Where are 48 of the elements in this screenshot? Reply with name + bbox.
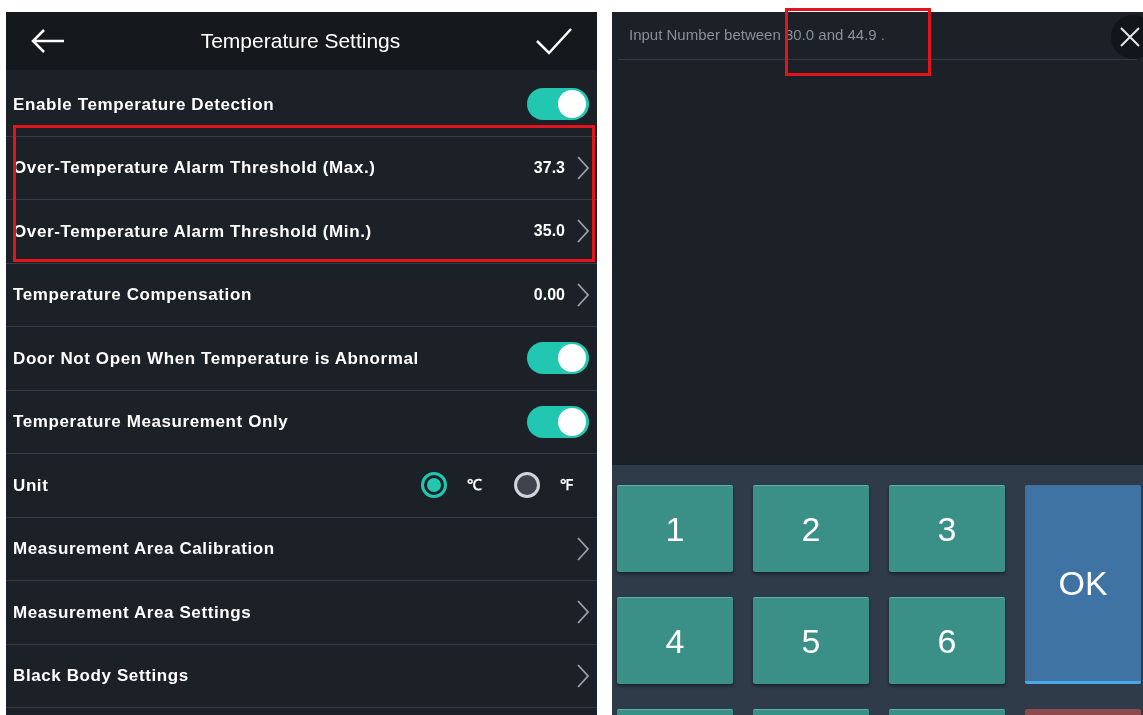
radio-button[interactable] [421,472,447,499]
setting-label: Measurement Area Settings [13,601,252,624]
settings-row[interactable]: Temperature Measurement Only [6,390,597,454]
radio-button[interactable] [514,472,540,499]
keypad-key[interactable]: 1 [617,485,733,572]
setting-value: 0.00 [533,284,565,305]
keypad-key[interactable]: 5 [753,597,869,684]
settings-row[interactable]: Over-Temperature Alarm Threshold (Max.) 37.3 [6,136,597,200]
setting-label: Temperature Measurement Only [13,411,289,433]
close-button[interactable] [1111,15,1143,59]
setting-label: Unit [13,474,49,497]
setting-label: Enable Temperature Detection [13,93,275,116]
setting-label: Black Body Settings [13,665,189,687]
settings-row[interactable]: Unit ℃ ℉ [6,454,597,518]
chevron-right-icon [577,282,589,307]
chevron-right-icon [577,155,589,180]
chevron-right-icon [577,219,589,244]
toggle-switch[interactable] [527,405,589,438]
unit-label: ℃ [467,475,482,495]
keypad-key[interactable]: 4 [617,597,733,684]
ok-button[interactable]: OK [1025,485,1141,684]
settings-row[interactable]: Measurement Area Calibration [6,517,597,581]
setting-label: Door Not Open When Temperature is Abnormal [13,347,419,370]
screen-title: Temperature Settings [200,28,401,55]
unit-label: ℉ [560,475,573,495]
keypad-key[interactable]: 2 [753,485,869,572]
settings-row[interactable]: Door Not Open When Temperature is Abnormal [6,327,597,391]
settings-row[interactable]: Enable Temperature Detection [6,73,597,137]
toggle-switch[interactable] [527,342,589,375]
back-arrow-icon[interactable] [30,28,66,54]
chevron-right-icon [577,663,589,688]
toggle-switch[interactable] [527,88,589,121]
setting-label: Temperature Compensation [13,284,252,306]
setting-value: 35.0 [533,221,565,242]
settings-row[interactable]: Over-Temperature Alarm Threshold (Min.) 35.0 [6,200,597,264]
setting-label: Over-Temperature Alarm Threshold (Min.) [13,220,372,243]
setting-label: Over-Temperature Alarm Threshold (Max.) [13,157,376,179]
setting-label: Measurement Area Calibration [13,538,275,560]
chevron-right-icon [577,600,589,625]
chevron-right-icon [577,536,589,561]
settings-row[interactable]: Black Body Settings [6,644,597,708]
close-icon [1120,27,1140,47]
setting-value: 37.3 [533,157,565,178]
settings-row[interactable]: Temperature Compensation 0.00 [6,263,597,327]
keypad-key[interactable]: 6 [889,597,1005,684]
keypad-key[interactable]: 3 [889,485,1005,572]
settings-row[interactable]: Measurement Area Settings [6,581,597,645]
checkmark-icon[interactable] [535,27,573,55]
